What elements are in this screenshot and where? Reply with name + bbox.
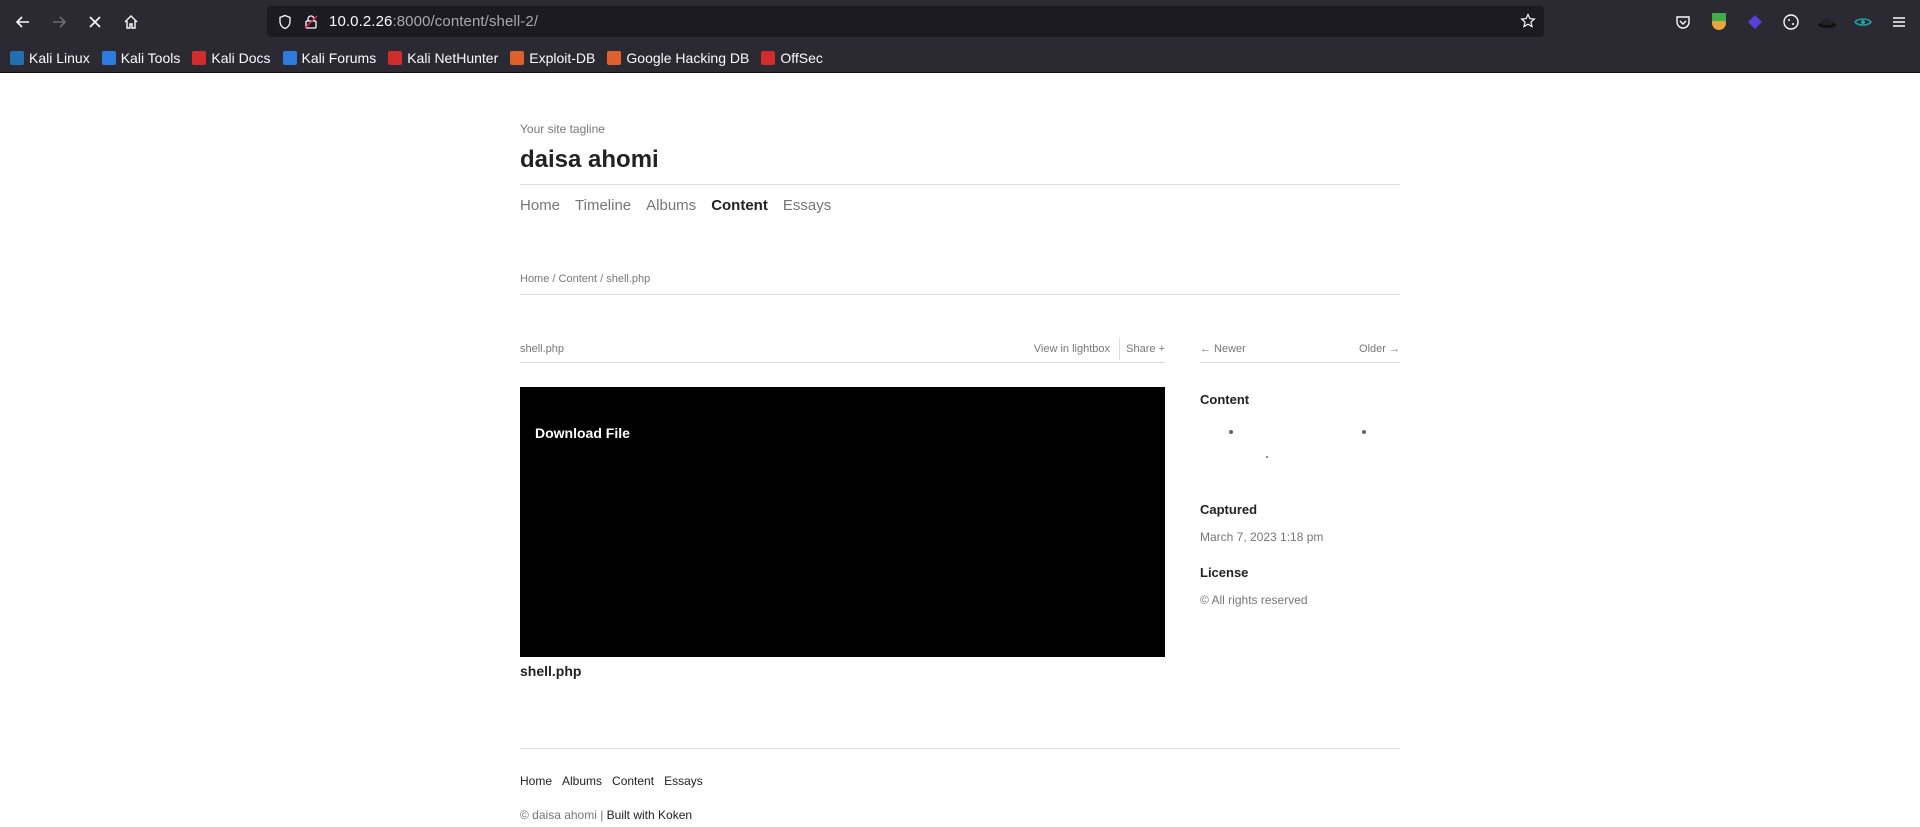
footer-nav: Home Albums Content Essays [520,774,703,788]
sidebar-content-heading: Content [1200,392,1250,407]
cookie-extension-icon[interactable] [1778,9,1804,35]
nav-timeline[interactable]: Timeline [575,197,631,214]
license-value: © All rights reserved [1200,593,1308,607]
kali-docs-icon [192,51,207,65]
stop-button[interactable] [77,4,113,40]
nethunter-icon [388,51,403,65]
bookmark-label: Kali NetHunter [407,50,499,66]
home-icon [124,15,138,29]
url-bar[interactable]: 10.0.2.26:8000/content/shell-2/ [267,6,1544,37]
close-icon [89,16,101,28]
license-heading: License [1200,565,1249,580]
newer-link[interactable]: ← Newer [1200,343,1246,355]
nav-home[interactable]: Home [520,197,560,214]
older-link[interactable]: Older → [1359,343,1400,355]
kali-forums-icon [282,51,297,65]
arrow-right-icon [53,16,67,28]
bookmark-kali-linux[interactable]: Kali Linux [10,50,90,66]
toolbar-separator [1119,338,1120,360]
url-text[interactable]: 10.0.2.26:8000/content/shell-2/ [329,13,538,30]
file-caption: shell.php [520,663,582,679]
arrow-left-icon [15,16,29,28]
content-bar-divider [520,362,1165,363]
bookmark-label: Google Hacking DB [626,50,750,66]
content-title: shell.php [520,343,565,355]
captured-heading: Captured [1200,502,1258,517]
footer-divider [520,748,1400,749]
pocket-icon[interactable] [1670,9,1696,35]
footer-nav-home[interactable]: Home [520,774,552,788]
forward-button[interactable] [41,4,77,40]
home-button[interactable] [113,4,149,40]
browser-toolbar: 10.0.2.26:8000/content/shell-2/ [0,0,1920,44]
bookmarks-bar: Kali Linux Kali Tools Kali Docs Kali For… [0,44,1920,73]
bookmark-kali-tools[interactable]: Kali Tools [101,50,181,66]
url-host: 10.0.2.26 [329,13,393,30]
bookmark-offsec[interactable]: OffSec [761,50,823,66]
insecure-lock-icon[interactable] [303,14,319,30]
bookmark-label: Kali Linux [29,50,90,66]
purple-extension-icon[interactable] [1742,9,1768,35]
footer-credit: © daisa ahomi | Built with Koken [520,808,692,822]
bookmark-label: Kali Forums [301,50,377,66]
bookmark-star-icon[interactable] [1520,13,1536,29]
download-file-link[interactable]: Download File [535,425,630,441]
bookmark-label: OffSec [780,50,823,66]
thumbnail-dot[interactable] [1362,430,1366,434]
view-lightbox-link[interactable]: View in lightbox [1034,343,1110,355]
share-button[interactable]: Share + [1126,343,1165,355]
captured-value: March 7, 2023 1:18 pm [1200,530,1324,544]
bookmark-label: Exploit-DB [529,50,596,66]
hat-extension-icon[interactable] [1814,9,1840,35]
built-with-koken-link[interactable]: Built with Koken [607,808,692,822]
site-title[interactable]: daisa ahomi [520,146,659,174]
breadcrumb-divider [520,294,1400,295]
footer-nav-essays[interactable]: Essays [664,774,703,788]
bookmark-kali-forums[interactable]: Kali Forums [282,50,377,66]
footer-nav-content[interactable]: Content [612,774,654,788]
back-button[interactable] [5,4,41,40]
url-path: :8000/content/shell-2/ [392,13,539,30]
nav-content[interactable]: Content [711,197,768,214]
toolbar-extensions [1670,6,1912,38]
offsec-icon [761,51,776,65]
exploit-db-icon [510,51,525,65]
bookmark-label: Kali Tools [120,50,181,66]
bookmark-google-hacking-db[interactable]: Google Hacking DB [607,50,749,66]
breadcrumb[interactable]: Home / Content / shell.php [520,273,650,285]
nav-albums[interactable]: Albums [646,197,696,214]
ghdb-icon [607,51,622,65]
teal-extension-icon[interactable] [1850,9,1876,35]
burp-extension-icon[interactable] [1706,9,1732,35]
site-tagline: Your site tagline [520,122,605,136]
bookmark-kali-nethunter[interactable]: Kali NetHunter [388,50,498,66]
bookmark-exploit-db[interactable]: Exploit-DB [510,50,595,66]
kali-dragon-icon [10,51,24,65]
pager-divider [1200,362,1400,363]
thumbnail-dot[interactable] [1229,430,1233,434]
header-divider [520,184,1400,185]
footer-nav-albums[interactable]: Albums [562,774,602,788]
kali-tools-icon [101,51,116,65]
bookmark-label: Kali Docs [211,50,271,66]
thumbnail-dot [1266,456,1268,458]
shield-icon[interactable] [277,14,293,30]
copyright-text: © daisa ahomi | [520,808,607,822]
nav-essays[interactable]: Essays [783,197,831,214]
file-preview: Download File [520,387,1165,657]
menu-icon[interactable] [1886,9,1912,35]
bookmark-kali-docs[interactable]: Kali Docs [192,50,271,66]
main-nav: Home Timeline Albums Content Essays [520,197,831,214]
